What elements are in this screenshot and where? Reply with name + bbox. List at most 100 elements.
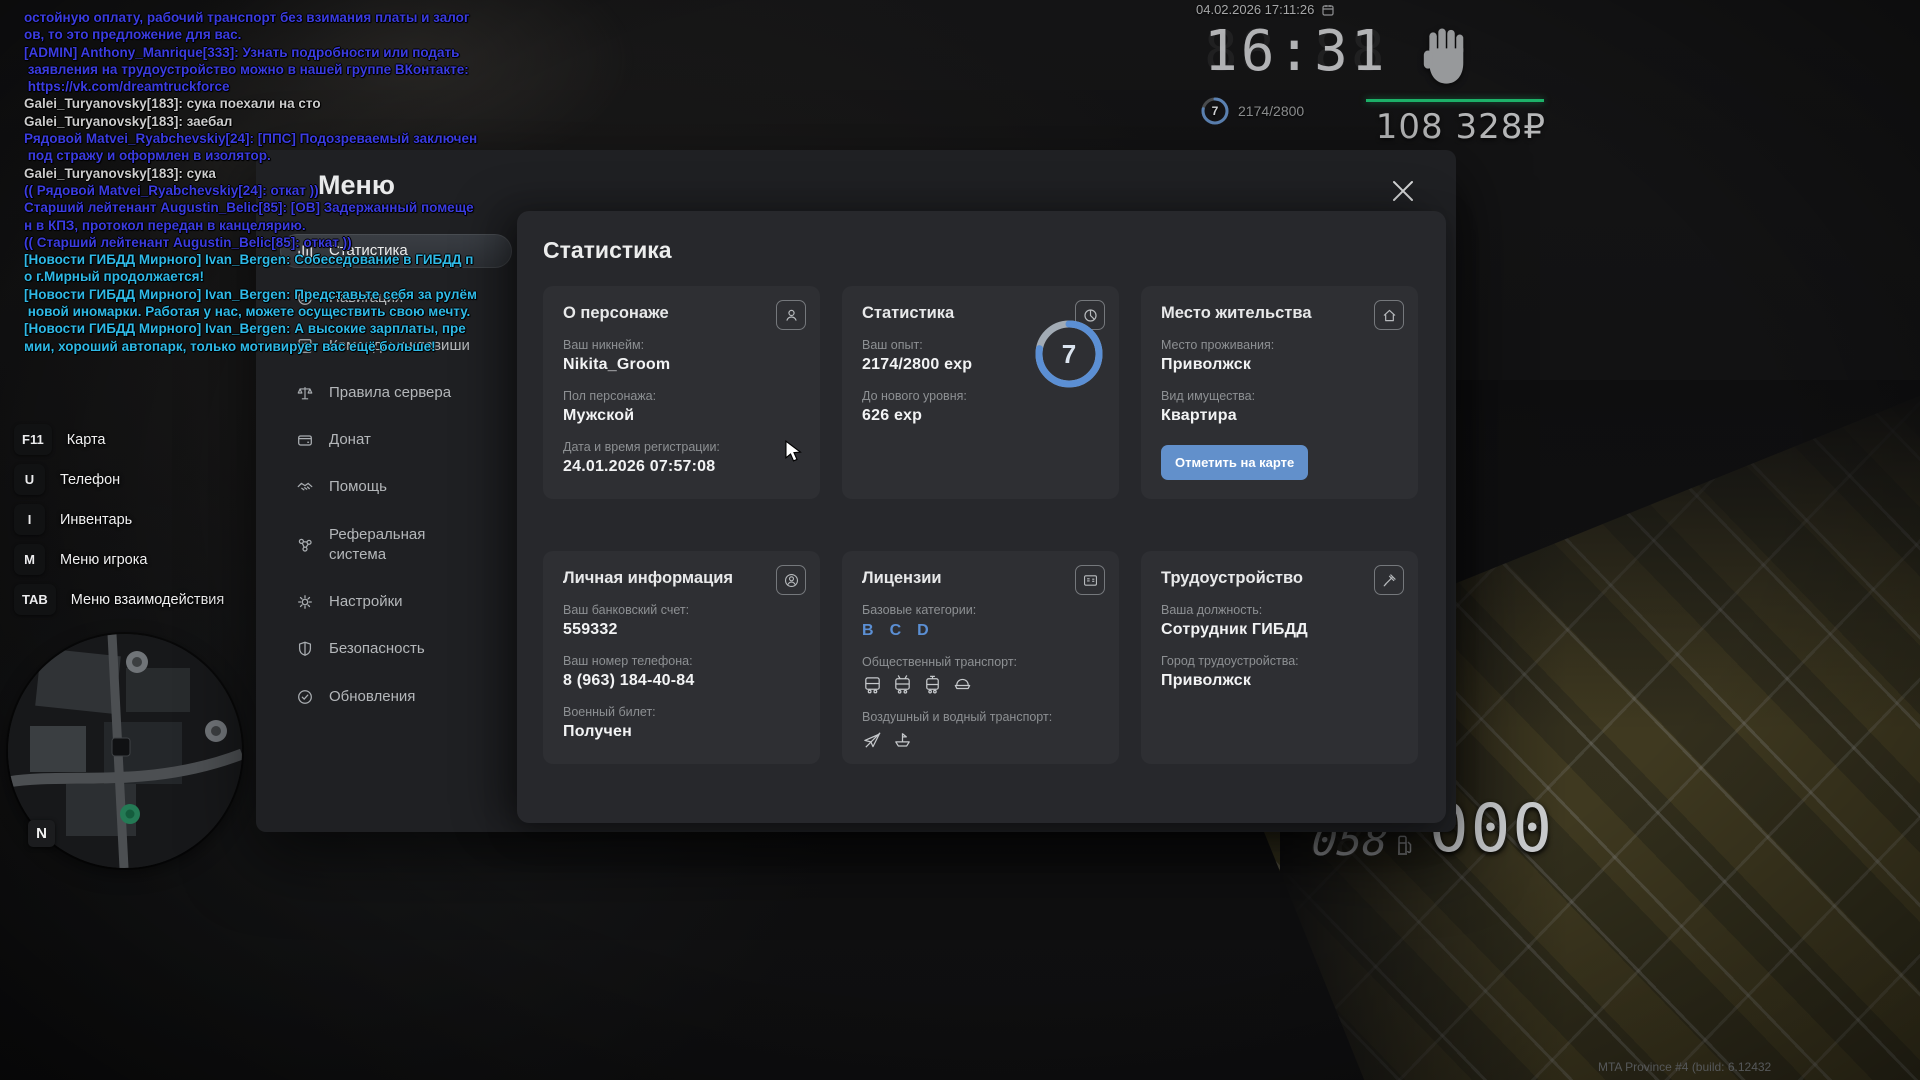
field-value: Приволжск <box>1161 672 1398 690</box>
sidebar-item-label: Реферальная система <box>329 525 481 566</box>
sidebar-item-label: Безопасность <box>329 639 481 659</box>
trolleybus-icon <box>892 674 913 695</box>
field-value: Мужской <box>563 407 800 425</box>
key-badge: U <box>14 464 45 495</box>
field-label: Пол персонажа: <box>563 389 800 403</box>
field-value: 24.01.2026 07:57:08 <box>563 458 800 476</box>
chat-message: мии, хороший автопарк, только мотивирует… <box>24 338 477 355</box>
ship-icon <box>892 729 913 750</box>
rules-scales-icon <box>295 383 315 403</box>
sidebar-item-help[interactable]: Помощь <box>280 470 512 504</box>
chat-message: Рядовой Matvei_Ryabchevskiy[24]: [ППС] П… <box>24 130 477 147</box>
card-character: О персонаже Ваш никнейм: Nikita_Groom По… <box>543 286 820 499</box>
donate-wallet-icon <box>295 430 315 450</box>
field-label: Воздушный и водный транспорт: <box>862 710 1099 724</box>
chat-message: https://vk.com/dreamtruckforce <box>24 78 477 95</box>
page-title: Статистика <box>543 237 1420 264</box>
cap-icon <box>952 674 973 695</box>
money-progress-bar <box>1366 99 1544 102</box>
minimap-north-badge: N <box>28 820 55 847</box>
keybind-label: Карта <box>67 432 106 448</box>
category-c: C <box>890 622 902 640</box>
hud-clock-value: 16:31 <box>1204 19 1388 84</box>
level-progress-ring: 7 <box>1033 318 1105 390</box>
field-label: Военный билет: <box>563 705 800 719</box>
chat-message: новой иномарки. Работая у нас, можете ос… <box>24 303 477 320</box>
sidebar-item-label: Правила сервера <box>329 383 481 403</box>
field-label: Ваш опыт: <box>862 338 1014 352</box>
card-personal-info: Личная информация Ваш банковский счет: 5… <box>543 551 820 764</box>
keybind-label: Меню взаимодействия <box>71 592 224 608</box>
field-value: 2174/2800 exp <box>862 356 1014 374</box>
field-value: Nikita_Groom <box>563 356 800 374</box>
bus-icon <box>862 674 883 695</box>
card-title: О персонаже <box>563 304 800 323</box>
field-label: Город трудоустройства: <box>1161 654 1398 668</box>
level-ring: 7 <box>1200 96 1230 126</box>
chat-message: [Новости ГИБДД Мирного] Ivan_Bergen: Соб… <box>24 251 477 268</box>
air-water-licenses <box>862 729 1099 750</box>
fuel-pump-icon <box>1396 834 1413 856</box>
keybind-player-menu: M Меню игрока <box>14 544 224 575</box>
card-title: Место жительства <box>1161 304 1398 323</box>
gavel-icon <box>1374 565 1404 595</box>
chat-message: заявления на трудоустройство можно в наш… <box>24 61 477 78</box>
id-card-icon <box>1075 565 1105 595</box>
referral-network-icon <box>295 535 315 555</box>
mark-on-map-button[interactable]: Отметить на карте <box>1161 445 1308 480</box>
key-badge: M <box>14 544 45 575</box>
sidebar-item-rules[interactable]: Правила сервера <box>280 376 512 410</box>
field-value: 8 (963) 184-40-84 <box>563 672 800 690</box>
card-employment: Трудоустройство Ваша должность: Сотрудни… <box>1141 551 1418 764</box>
field-label: До нового уровня: <box>862 389 1014 403</box>
chat-message: Старший лейтенант Augustin_Belic[85]: [О… <box>24 199 477 216</box>
sidebar-item-label: Помощь <box>329 477 481 497</box>
calendar-icon <box>1322 4 1334 16</box>
chat-message: под стражу и оформлен в изолятор. <box>24 147 477 164</box>
sidebar-item-label: Обновления <box>329 687 481 707</box>
hud-clock: 88:88 16:31 <box>1204 24 1388 80</box>
field-label: Ваш номер телефона: <box>563 654 800 668</box>
card-title: Лицензии <box>862 569 1099 588</box>
sidebar-item-label: Настройки <box>329 592 481 612</box>
field-label: Вид имущества: <box>1161 389 1398 403</box>
field-label: Дата и время регистрации: <box>563 440 800 454</box>
category-b: B <box>862 622 874 640</box>
field-value: 559332 <box>563 621 800 639</box>
hud-level-number: 7 <box>1200 96 1230 126</box>
keybind-phone: U Телефон <box>14 464 224 495</box>
chat-message: [ADMIN] Anthony_Manrique[333]: Узнать по… <box>24 44 477 61</box>
person-icon <box>776 300 806 330</box>
keybind-interaction-menu: TAB Меню взаимодействия <box>14 584 224 615</box>
close-icon[interactable] <box>1384 172 1422 210</box>
security-shield-icon <box>295 639 315 659</box>
license-categories: B C D <box>862 622 1099 640</box>
game-screen: 04.02.2026 17:11:26 88:88 16:31 7 2174/2… <box>0 0 1920 1080</box>
keybind-map: F11 Карта <box>14 424 224 455</box>
chat-message: [Новости ГИБДД Мирного] Ivan_Bergen: Пре… <box>24 286 477 303</box>
build-watermark: MTA Province #4 (build: 6.12432 <box>1598 1060 1771 1074</box>
chat-message: остойную оплату, рабочий транспорт без в… <box>24 9 477 26</box>
chat-message: (( Старший лейтенант Augustin_Belic[85]:… <box>24 234 477 251</box>
sidebar-item-donate[interactable]: Донат <box>280 423 512 457</box>
level-number: 7 <box>1033 318 1105 390</box>
card-residence: Место жительства Место проживания: Приво… <box>1141 286 1418 499</box>
sidebar-item-security[interactable]: Безопасность <box>280 632 512 666</box>
stats-cards-grid: О персонаже Ваш никнейм: Nikita_Groom По… <box>543 286 1420 764</box>
hud-datetime: 04.02.2026 17:11:26 <box>1196 2 1334 17</box>
hud-exp-text: 2174/2800 <box>1238 103 1304 119</box>
field-label: Ваш банковский счет: <box>563 603 800 617</box>
sidebar-item-referral[interactable]: Реферальная система <box>280 518 512 573</box>
chat-log: остойную оплату, рабочий транспорт без в… <box>24 9 477 355</box>
house-icon <box>1374 300 1404 330</box>
field-label: Базовые категории: <box>862 603 1099 617</box>
field-value: Приволжск <box>1161 356 1398 374</box>
fist-icon <box>1420 26 1472 95</box>
sidebar-item-settings[interactable]: Настройки <box>280 585 512 619</box>
help-handshake-icon <box>295 477 315 497</box>
field-value: 626 exp <box>862 407 1014 425</box>
sidebar-item-label: Донат <box>329 430 481 450</box>
field-value: Квартира <box>1161 407 1398 425</box>
sidebar-item-updates[interactable]: Обновления <box>280 680 512 714</box>
card-licenses: Лицензии Базовые категории: B C D Общест <box>842 551 1119 764</box>
